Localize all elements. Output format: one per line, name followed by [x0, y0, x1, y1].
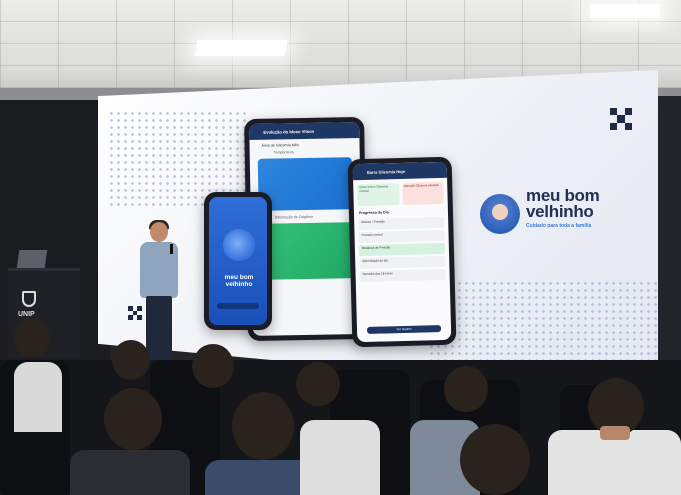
phone-mockup-splash: meu bom velhinho — [204, 192, 272, 330]
status-card-alert: Atenção Glicemia elevada — [401, 181, 444, 205]
status-card-ok: Idoso Vilson Glicemia normal — [357, 183, 400, 207]
audience-member — [14, 362, 62, 432]
elderly-avatar-icon — [480, 194, 520, 234]
presenter-head — [150, 222, 168, 242]
audience-head — [192, 344, 234, 388]
ceiling-light — [194, 40, 288, 56]
app-title: meu bom velhinho — [224, 274, 254, 288]
podium-text: UNIP — [18, 311, 35, 318]
audience-head — [112, 340, 150, 380]
section-title: Progresso do Dia — [358, 210, 389, 216]
list-item: Mudança de Pressão — [358, 242, 446, 257]
logo-tagline: Cuidado para toda a família — [526, 223, 592, 229]
list-item: Pressão normal — [358, 229, 445, 244]
summary-button: Ver resumo — [366, 325, 442, 334]
chart-card-green — [258, 222, 354, 280]
microphone-icon — [170, 244, 173, 254]
pixel-pattern-icon — [610, 108, 632, 130]
audience-head — [14, 318, 50, 358]
presenter — [136, 220, 184, 362]
laptop — [16, 250, 48, 268]
presentation-photo: Evolução do Idoso Vilson Área de Glicemi… — [0, 0, 681, 495]
audience-member — [300, 420, 380, 495]
audience-head — [296, 362, 340, 406]
shield-icon — [22, 291, 36, 307]
list-item: Alimentação do dia — [359, 255, 446, 270]
phone-mockup-daily: Barra Glicemia Hoje Idoso Vilson Glicemi… — [347, 156, 457, 348]
audience-head — [444, 366, 488, 412]
audience-head — [232, 392, 294, 460]
list-item: Glicose / Pressão — [358, 216, 445, 231]
audience-member — [205, 460, 315, 495]
presenter-legs — [146, 296, 172, 360]
audience-head — [460, 424, 530, 495]
chart-card-blue — [257, 157, 353, 211]
brand-logo: meu bom velhinho Cuidado para toda a fam… — [480, 187, 630, 238]
ceiling-light — [590, 4, 660, 18]
logo-name: meu bom velhinho — [526, 187, 600, 221]
chart-label: Temperatura — [273, 150, 294, 155]
audience-neck — [600, 426, 630, 440]
logo-name-line2: velhinho — [526, 202, 594, 221]
audience-member — [70, 450, 190, 495]
list-item: Remédio das 18 horas — [359, 268, 446, 283]
app-avatar-icon — [223, 229, 255, 261]
start-button — [217, 303, 259, 309]
audience-head — [104, 388, 162, 450]
phone-header: Evolução do Idoso Vilson — [249, 122, 360, 140]
